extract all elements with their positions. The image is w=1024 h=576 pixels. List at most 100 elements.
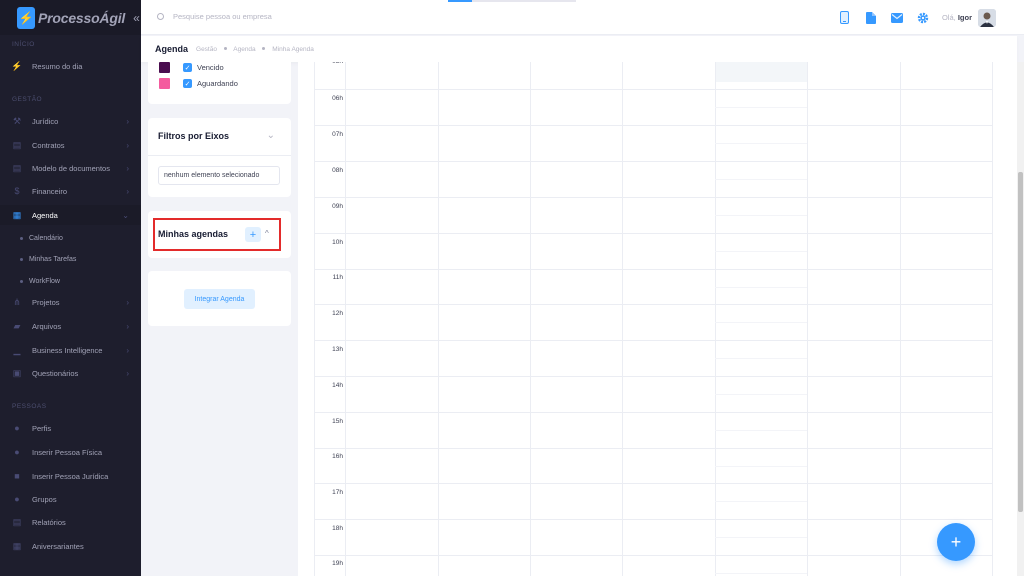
chart-icon: ▁ <box>13 344 21 355</box>
sidebar-item-contratos[interactable]: ▤ Contratos › <box>0 135 141 155</box>
sidebar-item-inserir-pessoa-fisica[interactable]: ● Inserir Pessoa Física <box>0 442 141 462</box>
sidebar-item-relatorios[interactable]: ▤ Relatórios <box>0 512 141 532</box>
hour-label: 06h <box>332 95 343 102</box>
sidebar-subitem-minhas-tarefas[interactable]: Minhas Tarefas <box>0 250 141 268</box>
avatar[interactable] <box>978 8 996 27</box>
grid-line <box>438 62 439 576</box>
search-input[interactable] <box>173 12 373 21</box>
building-icon: ■ <box>14 471 20 481</box>
section-inicio: INÍCIO <box>12 41 35 48</box>
calendar-grid: 05h 06h 07h 08h 09h 10h 11h 12h 13h 14h … <box>298 62 1017 576</box>
mobile-icon[interactable] <box>838 11 852 25</box>
hour-line <box>314 161 993 162</box>
hour-line <box>314 197 993 198</box>
half-hour-line <box>715 537 807 538</box>
hour-label: 05h <box>321 62 343 65</box>
filters-card: Filtros por Eixos ⌄ nenhum elemento sele… <box>148 118 291 197</box>
sidebar-subitem-calendario[interactable]: Calendário <box>0 229 141 247</box>
sidebar-toggle-icon[interactable]: « <box>133 11 140 25</box>
sidebar-item-inserir-pessoa-juridica[interactable]: ■ Inserir Pessoa Jurídica <box>0 466 141 486</box>
hour-line <box>314 448 993 449</box>
top-header: Olá, Igor <box>141 0 1024 35</box>
half-hour-line <box>715 501 807 502</box>
half-hour-line <box>715 322 807 323</box>
chevron-right-icon: › <box>126 163 129 173</box>
sitemap-icon: ⋔ <box>13 296 21 307</box>
hour-label: 16h <box>332 453 343 460</box>
hour-label: 19h <box>332 560 343 567</box>
chevron-right-icon: › <box>126 368 129 378</box>
breadcrumb-item[interactable]: Agenda <box>233 46 255 53</box>
sidebar-item-perfis[interactable]: ● Perfis <box>0 418 141 438</box>
chevron-right-icon: › <box>126 297 129 307</box>
chevron-right-icon: › <box>126 321 129 331</box>
user-icon: ● <box>14 423 20 433</box>
calendar-icon: ▦ <box>12 209 22 220</box>
brand: ⚡ ProcessoÁgil « <box>0 0 141 35</box>
search-icon <box>157 13 164 20</box>
report-icon: ▤ <box>12 516 22 527</box>
legend-item-aguardando[interactable]: ✓ Aguardando <box>159 78 238 89</box>
legend-item-vencido[interactable]: ✓ Vencido <box>159 62 224 73</box>
sidebar-item-questionarios[interactable]: ▣ Questionários › <box>0 363 141 383</box>
sidebar-item-arquivos[interactable]: ▰ Arquivos › <box>0 316 141 336</box>
bolt-icon: ⚡ <box>11 60 23 71</box>
half-hour-line <box>715 251 807 252</box>
gear-icon[interactable] <box>916 11 930 25</box>
page-scrollbar[interactable] <box>1017 62 1024 576</box>
hour-line <box>314 555 993 556</box>
sidebar-item-juridico[interactable]: ⚒ Jurídico › <box>0 111 141 131</box>
checkbox-checked-icon[interactable]: ✓ <box>183 63 192 72</box>
axis-filter-select[interactable]: nenhum elemento selecionado <box>158 166 280 185</box>
chevron-right-icon: › <box>126 140 129 150</box>
grid-line <box>622 62 623 576</box>
grid-line <box>530 62 531 576</box>
file-icon[interactable] <box>864 11 878 25</box>
sidebar-item-financeiro[interactable]: $ Financeiro › <box>0 181 141 201</box>
hour-label: 09h <box>332 203 343 210</box>
hour-label: 18h <box>332 525 343 532</box>
breadcrumb: Gestão Agenda Minha Agenda <box>196 46 314 53</box>
add-event-fab-button[interactable]: + <box>937 523 975 561</box>
folder-icon: ▰ <box>13 320 21 331</box>
sidebar-item-business-intelligence[interactable]: ▁ Business Intelligence › <box>0 340 141 360</box>
integrate-agenda-button[interactable]: Integrar Agenda <box>184 289 255 309</box>
scrollbar-thumb[interactable] <box>1018 172 1023 512</box>
half-hour-line <box>715 143 807 144</box>
hour-label: 12h <box>332 310 343 317</box>
section-pessoas: PESSOAS <box>12 403 47 410</box>
sidebar-item-modelo-documentos[interactable]: ▤ Modelo de documentos › <box>0 158 141 178</box>
divider <box>148 155 291 156</box>
half-hour-line <box>715 394 807 395</box>
breadcrumb-item[interactable]: Gestão <box>196 46 217 53</box>
checkbox-checked-icon[interactable]: ✓ <box>183 79 192 88</box>
breadcrumb-item: Minha Agenda <box>272 45 314 53</box>
user-greeting: Olá, Igor <box>941 13 972 22</box>
hour-line <box>314 412 993 413</box>
sidebar-item-grupos[interactable]: ● Grupos <box>0 489 141 509</box>
half-hour-line <box>715 430 807 431</box>
breadcrumb-separator <box>223 47 227 51</box>
sidebar-item-agenda[interactable]: ▦ Agenda ⌄ <box>0 205 141 225</box>
chevron-down-icon[interactable]: ⌄ <box>267 130 275 141</box>
sidebar-subitem-workflow[interactable]: WorkFlow <box>0 272 141 290</box>
legend-card: ✓ Vencido ✓ Aguardando <box>148 62 291 104</box>
hour-label: 10h <box>332 239 343 246</box>
header-progress-line <box>448 0 576 2</box>
sidebar-item-resumo[interactable]: ⚡ Resumo do dia <box>0 56 141 76</box>
hour-line <box>314 304 993 305</box>
clipboard-icon: ▣ <box>12 367 22 378</box>
chevron-down-icon: ⌄ <box>122 210 129 220</box>
sidebar-item-aniversariantes[interactable]: ▦ Aniversariantes <box>0 536 141 556</box>
hour-line <box>314 376 993 377</box>
sidebar-item-projetos[interactable]: ⋔ Projetos › <box>0 292 141 312</box>
hour-line <box>314 519 993 520</box>
mail-icon[interactable] <box>890 11 904 25</box>
half-hour-line <box>715 358 807 359</box>
hour-line <box>314 483 993 484</box>
gavel-icon: ⚒ <box>12 115 22 126</box>
header-actions: Olá, Igor <box>832 0 1024 35</box>
bullet-dot <box>20 257 23 261</box>
sidebar: ⚡ ProcessoÁgil « INÍCIO ⚡ Resumo do dia … <box>0 0 141 576</box>
hour-label: 07h <box>332 131 343 138</box>
